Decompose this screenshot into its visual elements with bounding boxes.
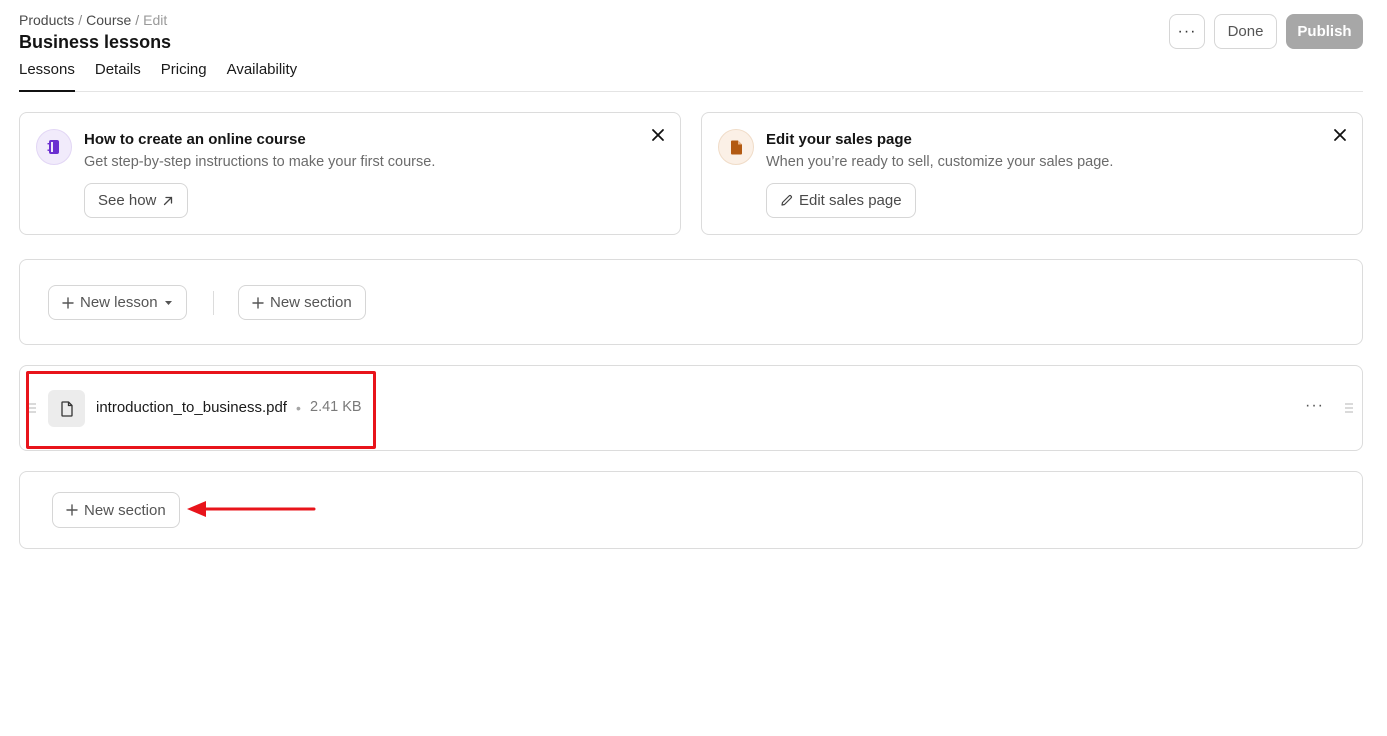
breadcrumb-separator: / bbox=[78, 12, 83, 28]
page-title: Business lessons bbox=[19, 32, 172, 52]
top-actions: ··· Done Publish bbox=[1169, 14, 1363, 49]
toolbar-divider bbox=[213, 291, 214, 315]
breadcrumb-products[interactable]: Products bbox=[19, 12, 74, 28]
plus-icon bbox=[62, 296, 74, 309]
file-size: 2.41 KB bbox=[310, 399, 362, 415]
drag-handle-icon[interactable] bbox=[1345, 403, 1353, 413]
separator-dot: • bbox=[296, 400, 301, 416]
card-title: How to create an online course bbox=[84, 131, 306, 148]
close-icon[interactable] bbox=[1332, 127, 1348, 143]
arrow-left-annotation-icon bbox=[187, 501, 316, 517]
breadcrumb: Products / Course / Edit bbox=[19, 10, 1363, 30]
publish-button[interactable]: Publish bbox=[1286, 14, 1363, 49]
row-more-button[interactable]: ··· bbox=[1305, 397, 1324, 415]
new-section-button[interactable]: New section bbox=[52, 492, 180, 528]
document-icon bbox=[718, 129, 754, 165]
breadcrumb-separator: / bbox=[135, 12, 140, 28]
done-button[interactable]: Done bbox=[1214, 14, 1277, 49]
see-how-button[interactable]: See how bbox=[84, 183, 189, 218]
page-header: Products / Course / Edit Business lessons bbox=[19, 10, 1363, 53]
file-name[interactable]: introduction_to_business.pdf bbox=[96, 399, 287, 416]
new-lesson-button[interactable]: New lesson bbox=[48, 285, 187, 320]
caret-down-icon bbox=[164, 300, 172, 305]
breadcrumb-course[interactable]: Course bbox=[86, 12, 131, 28]
card-description: When you’re ready to sell, customize you… bbox=[766, 154, 1114, 170]
file-icon bbox=[48, 390, 85, 427]
card-description: Get step-by-step instructions to make yo… bbox=[84, 154, 436, 170]
course-guide-card: How to create an online course Get step-… bbox=[19, 112, 681, 235]
see-how-label: See how bbox=[98, 192, 157, 209]
more-options-button[interactable]: ··· bbox=[1169, 14, 1205, 49]
sales-page-card: Edit your sales page When you’re ready t… bbox=[701, 112, 1363, 235]
notebook-icon bbox=[36, 129, 72, 165]
lesson-row[interactable]: introduction_to_business.pdf • 2.41 KB ·… bbox=[19, 365, 1363, 451]
tab-details[interactable]: Details bbox=[95, 61, 141, 92]
pencil-icon bbox=[781, 194, 793, 206]
tab-pricing[interactable]: Pricing bbox=[161, 61, 207, 92]
tab-lessons[interactable]: Lessons bbox=[19, 61, 75, 92]
lesson-toolbar: New lesson New section bbox=[19, 259, 1363, 345]
breadcrumb-edit: Edit bbox=[143, 12, 168, 28]
tab-bar: Lessons Details Pricing Availability bbox=[19, 61, 1363, 92]
tab-availability[interactable]: Availability bbox=[227, 61, 298, 92]
drag-handle-icon[interactable] bbox=[28, 403, 36, 413]
plus-icon bbox=[66, 504, 78, 516]
new-section-label: New section bbox=[270, 294, 352, 311]
new-section-button[interactable]: New section bbox=[238, 285, 366, 320]
card-title: Edit your sales page bbox=[766, 131, 912, 148]
plus-icon bbox=[252, 296, 264, 309]
edit-sales-page-button[interactable]: Edit sales page bbox=[766, 183, 916, 218]
close-icon[interactable] bbox=[650, 127, 666, 143]
edit-sales-page-label: Edit sales page bbox=[799, 192, 902, 209]
arrow-up-right-icon bbox=[164, 196, 173, 205]
new-lesson-label: New lesson bbox=[80, 294, 158, 311]
new-section-label: New section bbox=[84, 501, 166, 519]
